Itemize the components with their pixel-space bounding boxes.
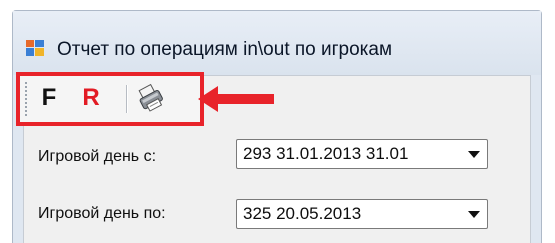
game-day-from-value: 293 31.01.2013 31.01	[243, 144, 409, 163]
app-icon	[26, 40, 44, 56]
game-day-to-label: Игровой день по:	[38, 205, 166, 222]
toolbar: F R	[16, 72, 204, 126]
toolbar-separator	[126, 85, 128, 113]
f-button[interactable]: F	[36, 84, 62, 112]
chevron-down-icon	[468, 211, 480, 218]
game-day-to-select[interactable]: 325 20.05.2013	[236, 199, 488, 229]
printer-icon[interactable]	[136, 83, 166, 113]
game-day-from-label: Игровой день с:	[38, 148, 157, 165]
toolbar-grip[interactable]	[25, 82, 27, 116]
window-title: Отчет по операциям in\out по игрокам	[57, 39, 393, 60]
game-day-to-value: 325 20.05.2013	[243, 204, 362, 223]
game-day-from-select[interactable]: 293 31.01.2013 31.01	[236, 139, 488, 169]
annotation-arrow	[198, 86, 274, 112]
r-button[interactable]: R	[78, 84, 104, 112]
chevron-down-icon	[468, 151, 480, 158]
title-bar: Отчет по операциям in\out по игрокам	[13, 11, 541, 75]
